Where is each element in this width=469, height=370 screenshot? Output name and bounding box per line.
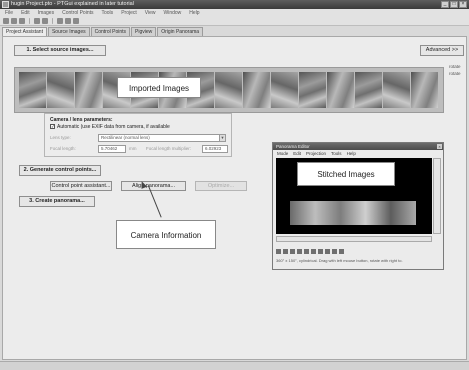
menubar: File Edit Images Control Points Tools Pr… — [0, 9, 469, 17]
panorama-editor-status: 360° x 150°, cylindrical. Drag with left… — [276, 258, 403, 263]
image-thumbnail[interactable] — [411, 72, 438, 108]
menu-tools[interactable]: Tools — [102, 9, 114, 17]
generate-control-points-button[interactable]: 2. Generate control points... — [19, 165, 101, 176]
image-thumbnail[interactable] — [383, 72, 410, 108]
menu-images[interactable]: Images — [38, 9, 54, 17]
maximize-button[interactable]: □ — [450, 1, 458, 8]
optimize-button[interactable]: Optimize... — [195, 181, 247, 191]
minimize-button[interactable]: _ — [441, 1, 449, 8]
advanced-button[interactable]: Advanced >> — [420, 45, 464, 56]
menu-control-points[interactable]: Control Points — [62, 9, 93, 17]
create-panorama-button[interactable]: 3. Create panorama... — [19, 196, 95, 207]
redo-icon[interactable] — [42, 18, 48, 24]
menu-window[interactable]: Window — [164, 9, 182, 17]
panorama-editor-menubar: Mode Edit Projection Tools Help — [273, 150, 443, 157]
undo-icon[interactable] — [34, 18, 40, 24]
pano-menu-tools[interactable]: Tools — [331, 150, 342, 157]
image-thumbnail[interactable] — [19, 72, 46, 108]
rotate-option[interactable]: rotate — [449, 64, 461, 69]
image-thumbnail[interactable] — [327, 72, 354, 108]
stitch-icon[interactable] — [73, 18, 79, 24]
imported-images-strip — [14, 67, 444, 113]
menu-project[interactable]: Project — [121, 9, 137, 17]
open-icon[interactable] — [11, 18, 17, 24]
auto-exif-checkbox[interactable]: ✓ — [50, 124, 55, 129]
tab-control-points[interactable]: Control Points — [90, 27, 131, 36]
tab-source-images[interactable]: Source Images — [47, 27, 90, 36]
tab-pigview[interactable]: Pigview — [131, 27, 157, 36]
optimize-icon[interactable] — [57, 18, 63, 24]
menu-view[interactable]: View — [145, 9, 156, 17]
menu-edit[interactable]: Edit — [21, 9, 30, 17]
camera-group-title: Camera / lens parameters: — [50, 117, 113, 123]
window-titlebar: hugin Project.pto - PTGui explained in l… — [0, 0, 469, 9]
tool-icon[interactable] — [325, 249, 330, 254]
tool-icon[interactable] — [297, 249, 302, 254]
tab-bar: Project Assistant Source Images Control … — [0, 27, 204, 36]
lens-type-label: Lens type: — [50, 135, 71, 140]
pano-menu-mode[interactable]: Mode — [277, 150, 288, 157]
camera-information-callout: Camera Information — [116, 220, 216, 249]
image-thumbnail[interactable] — [215, 72, 242, 108]
auto-exif-label: Automatic (use EXIF data from camera, if… — [57, 124, 170, 130]
stitched-images-callout: Stitched Images — [297, 162, 395, 186]
focal-length-label: Focal length: — [50, 146, 76, 151]
focal-length-input[interactable]: 5.70462 — [98, 145, 126, 153]
image-thumbnail[interactable] — [75, 72, 102, 108]
menu-help[interactable]: Help — [189, 9, 199, 17]
image-thumbnail[interactable] — [271, 72, 298, 108]
pano-menu-help[interactable]: Help — [347, 150, 356, 157]
toolbar-separator — [29, 18, 30, 24]
image-thumbnail[interactable] — [355, 72, 382, 108]
imported-images-callout: Imported Images — [117, 77, 201, 98]
image-thumbnail[interactable] — [47, 72, 74, 108]
lens-type-value: Rectilinear (normal lens) — [101, 135, 150, 140]
control-point-assistant-button[interactable]: Control point assistant... — [50, 181, 112, 191]
chevron-down-icon: ▼ — [219, 135, 225, 141]
tool-icon[interactable] — [304, 249, 309, 254]
vertical-scrollbar[interactable] — [433, 158, 441, 234]
tool-icon[interactable] — [318, 249, 323, 254]
pano-menu-projection[interactable]: Projection — [306, 150, 326, 157]
lens-type-select[interactable]: Rectilinear (normal lens) ▼ — [98, 134, 226, 142]
stitched-panorama-image — [290, 201, 416, 225]
image-thumbnail[interactable] — [243, 72, 270, 108]
tab-origin-panorama[interactable]: Origin Panorama — [157, 27, 204, 36]
menu-file[interactable]: File — [5, 9, 13, 17]
tool-icon[interactable] — [311, 249, 316, 254]
panorama-editor-title: Panorama Editor × — [273, 143, 443, 150]
panorama-editor-title-text: Panorama Editor — [276, 144, 310, 149]
multiplier-input[interactable]: 6.02923 — [202, 145, 228, 153]
tool-icon[interactable] — [283, 249, 288, 254]
tool-icon[interactable] — [332, 249, 337, 254]
new-icon[interactable] — [3, 18, 9, 24]
rotate-option[interactable]: rotate — [449, 71, 461, 76]
select-source-images-button[interactable]: 1. Select source images... — [14, 45, 106, 56]
preview-icon[interactable] — [65, 18, 71, 24]
close-window-button[interactable]: × — [459, 1, 467, 8]
align-panorama-button[interactable]: Align panorama... — [121, 181, 186, 191]
toolbar — [0, 17, 469, 26]
window-title: hugin Project.pto - PTGui explained in l… — [11, 1, 134, 7]
image-thumbnail[interactable] — [299, 72, 326, 108]
horizontal-scrollbar[interactable] — [276, 236, 432, 242]
close-icon[interactable]: × — [437, 144, 442, 149]
multiplier-label: Focal length multiplier: — [146, 146, 192, 151]
window-controls: _ □ × — [441, 1, 467, 8]
tool-icon[interactable] — [276, 249, 281, 254]
app-icon — [2, 1, 9, 8]
tool-icon[interactable] — [290, 249, 295, 254]
camera-lens-group: Camera / lens parameters: ✓ Automatic (u… — [44, 113, 232, 157]
tab-project-assistant[interactable]: Project Assistant — [2, 27, 47, 36]
tool-icon[interactable] — [339, 249, 344, 254]
toolbar-separator — [52, 18, 53, 24]
focal-length-unit: mm — [129, 146, 137, 151]
save-icon[interactable] — [19, 18, 25, 24]
panorama-editor-toolbar — [276, 249, 436, 256]
pano-menu-edit[interactable]: Edit — [293, 150, 301, 157]
status-bar — [0, 361, 469, 370]
